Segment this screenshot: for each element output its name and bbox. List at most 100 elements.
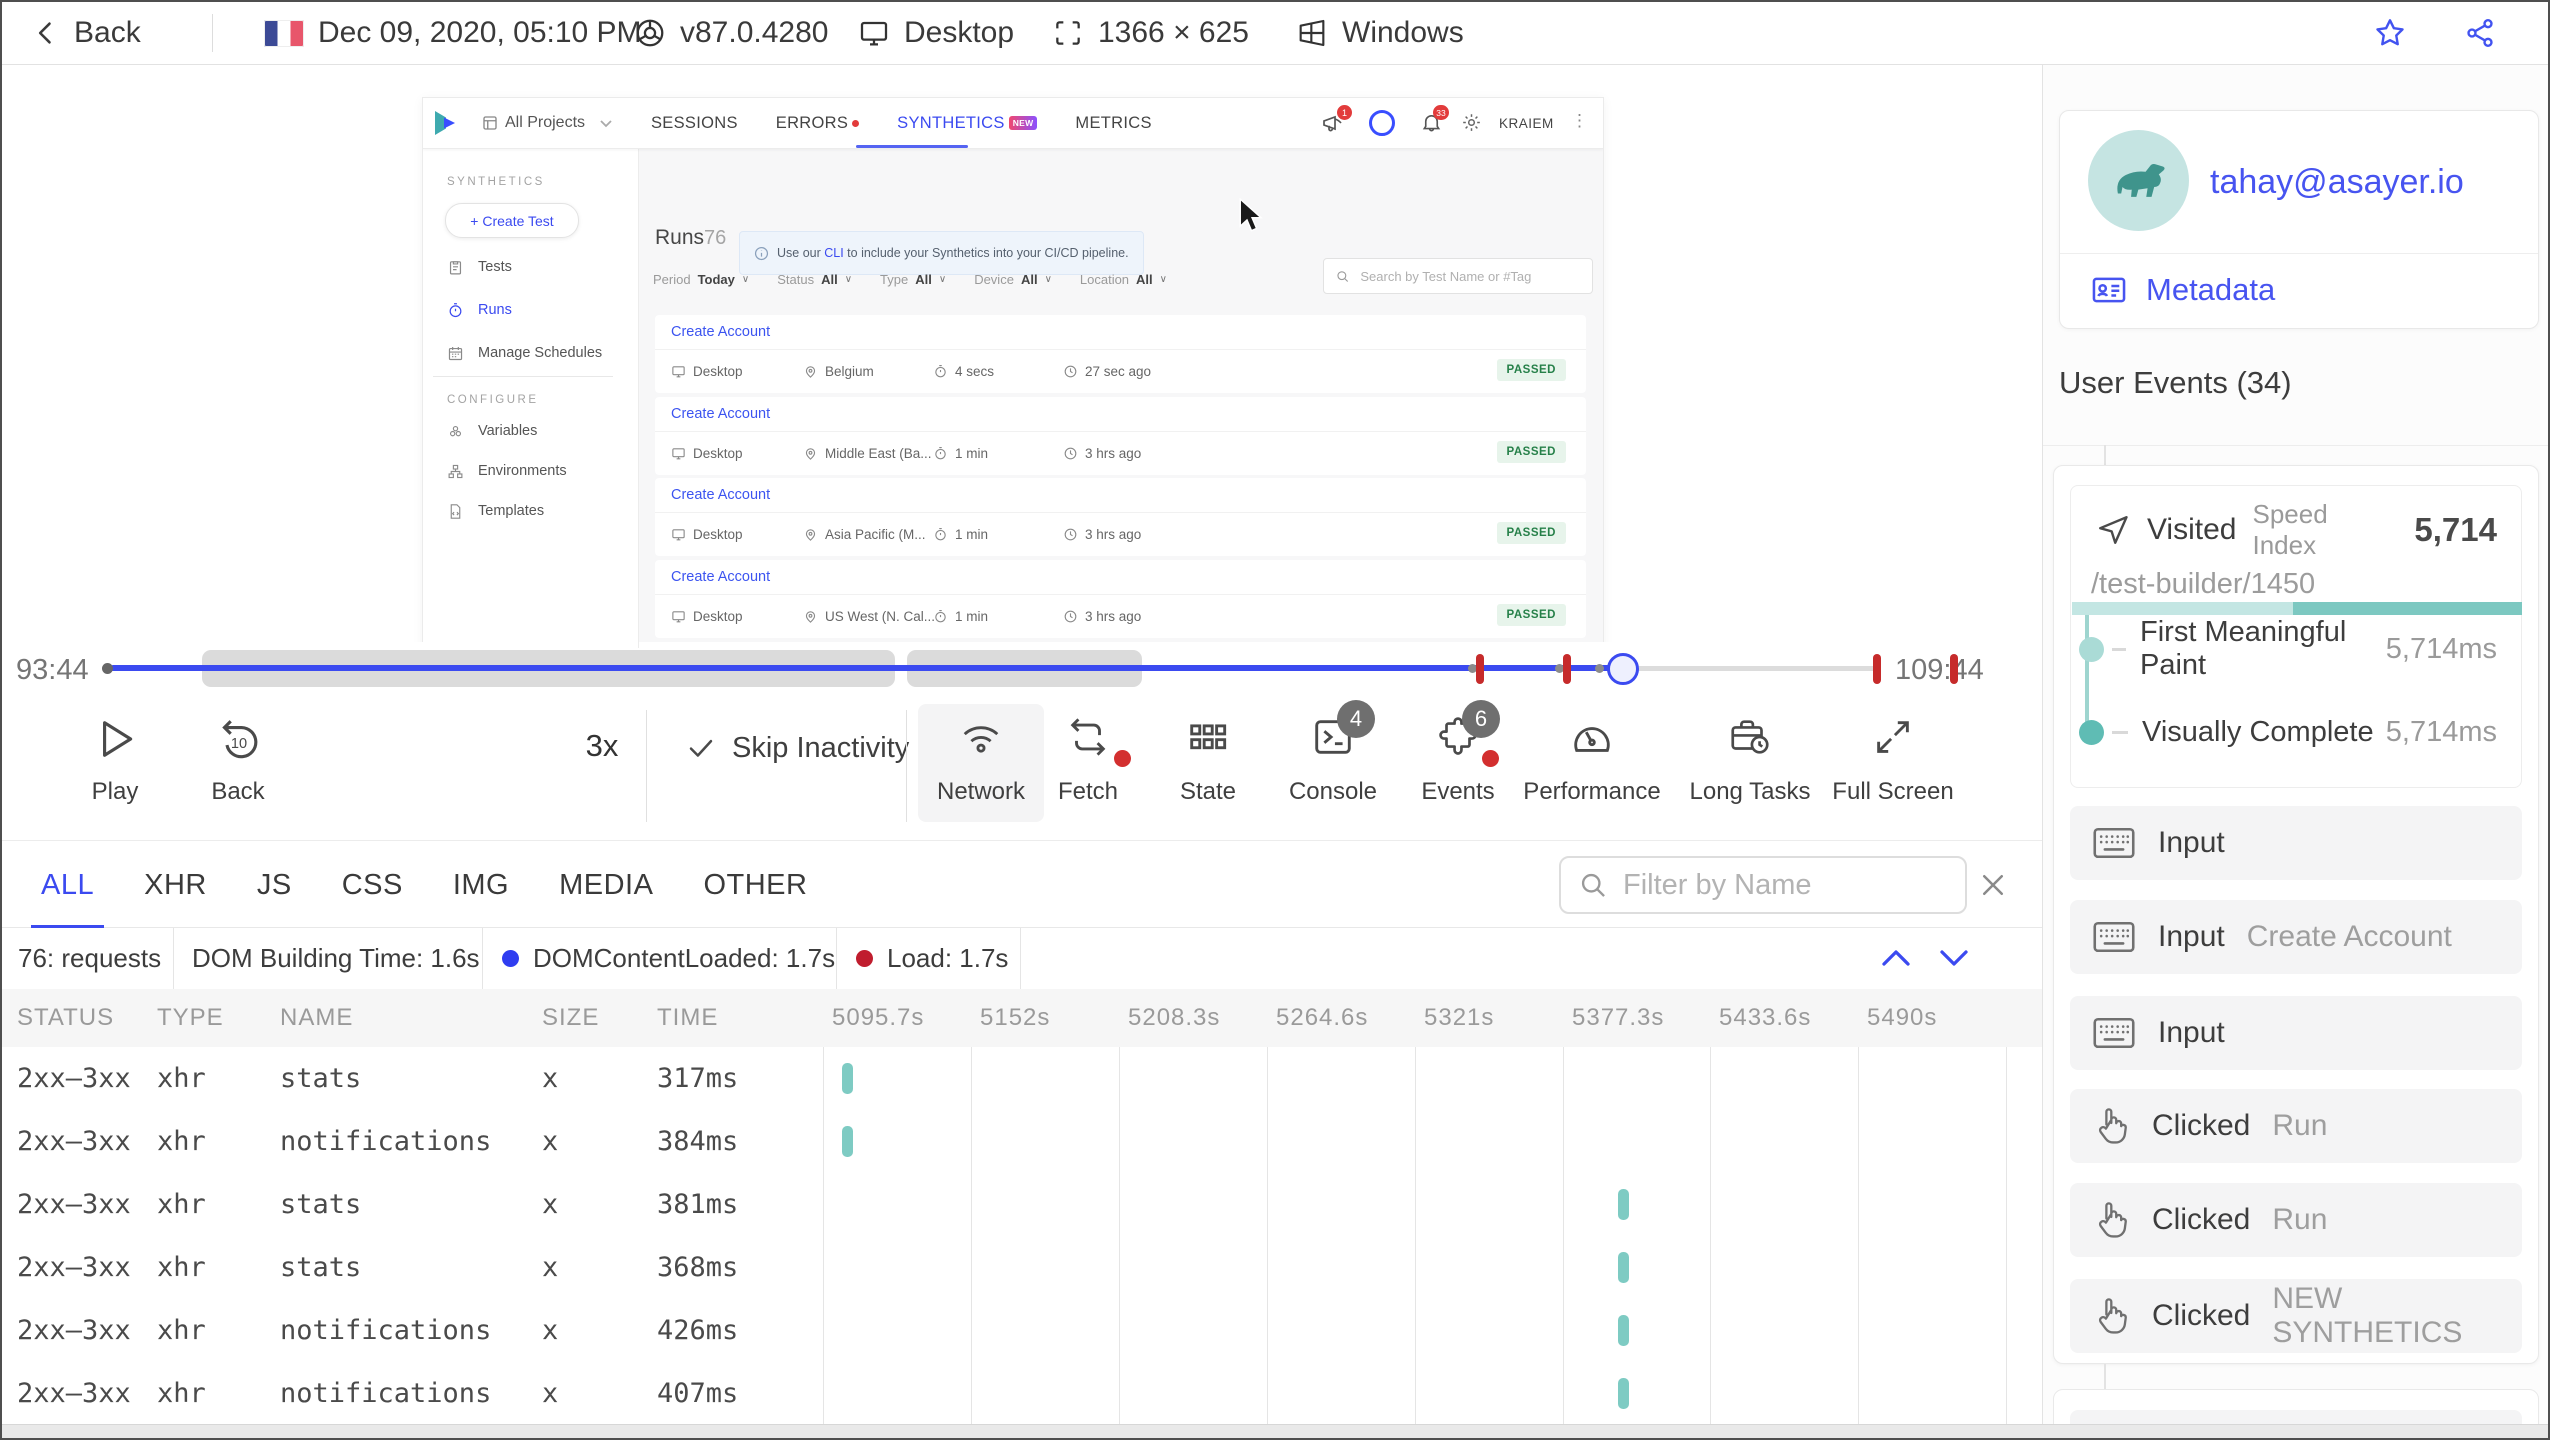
back-10-button[interactable]: 10 Back (176, 698, 300, 840)
user-event-input[interactable]: Input (2070, 996, 2522, 1070)
metric-row: First Meaningful Paint 5,714ms (2071, 616, 2521, 681)
more-menu-icon[interactable]: ⋮ (1571, 111, 1588, 131)
full-screen-button[interactable]: Full Screen (1831, 698, 1955, 840)
app-tab-sessions[interactable]: SESSIONS (651, 114, 738, 133)
network-request-row[interactable]: 2xx–3xx xhr notifications x 407ms (2, 1362, 2042, 1425)
network-tab-media[interactable]: MEDIA (559, 841, 653, 929)
col-time: TIME (657, 1004, 719, 1031)
play-button[interactable]: Play (53, 698, 177, 840)
run-duration: 1 min (955, 609, 989, 624)
dom-building-time: DOM Building Time: 1.6s (192, 943, 480, 973)
filter-status[interactable]: Status All ∨ (777, 272, 852, 287)
clock-icon (1063, 527, 1078, 542)
sidebar-item-templates[interactable]: Templates (423, 490, 638, 532)
sidebar-item-runs[interactable]: Runs (423, 289, 638, 331)
run-card[interactable]: Create Account Desktop US West (N. Cal..… (655, 560, 1586, 638)
app-tab-metrics[interactable]: METRICS (1075, 114, 1151, 133)
back-button[interactable]: Back (32, 2, 141, 64)
error-marker[interactable] (1950, 654, 1958, 684)
favorite-button[interactable] (2374, 2, 2406, 64)
filter-location[interactable]: Location All ∨ (1080, 272, 1167, 287)
network-request-row[interactable]: 2xx–3xx xhr notifications x 384ms (2, 1110, 2042, 1173)
filter-period[interactable]: Period Today ∨ (653, 272, 749, 287)
run-card[interactable]: Create Account Desktop Belgium 4 secs 27… (655, 315, 1586, 393)
error-marker[interactable] (1563, 654, 1571, 684)
run-location: Asia Pacific (M... (825, 527, 926, 542)
sidebar-item-environments[interactable]: Environments (423, 450, 638, 492)
run-card[interactable]: Create Account Desktop Middle East (Ba..… (655, 397, 1586, 475)
create-test-button[interactable]: + Create Test (445, 203, 579, 238)
waterfall-bar (842, 1126, 853, 1157)
sidebar-item-manage-schedules[interactable]: Manage Schedules (423, 332, 638, 374)
user-name[interactable]: KRAIEM (1499, 116, 1554, 131)
user-event-clicked[interactable]: Clicked Run (2070, 1089, 2522, 1163)
performance-panel-button[interactable]: Performance (1523, 698, 1661, 840)
filter-box[interactable] (1559, 856, 1967, 914)
event-dot[interactable] (1595, 664, 1604, 673)
run-name[interactable]: Create Account (655, 478, 1586, 513)
user-event-input[interactable]: Input Create Account (2070, 900, 2522, 974)
run-card[interactable]: Create Account Desktop Asia Pacific (M..… (655, 478, 1586, 556)
test-search-box[interactable] (1323, 258, 1593, 294)
network-tab-js[interactable]: JS (257, 841, 292, 929)
network-tab-img[interactable]: IMG (453, 841, 509, 929)
sidebar-section-configure: CONFIGURE (447, 394, 539, 406)
stopwatch-icon (933, 527, 948, 542)
network-tab-all[interactable]: ALL (30, 841, 105, 929)
error-marker[interactable] (1476, 654, 1484, 684)
skip-inactivity-toggle[interactable]: Skip Inactivity (686, 698, 909, 798)
cli-link[interactable]: CLI (824, 246, 843, 260)
speed-toggle[interactable]: 3x (572, 728, 632, 764)
divider (906, 710, 907, 822)
error-marker[interactable] (1873, 654, 1881, 684)
waterfall-bar (1618, 1252, 1629, 1283)
gear-icon[interactable] (1461, 112, 1482, 133)
app-tab-synthetics[interactable]: SYNTHETICS NEW (897, 114, 1038, 133)
run-name[interactable]: Create Account (655, 560, 1586, 595)
runs-filters: Period Today ∨ Status All ∨ Type All ∨ Device All ∨… (653, 266, 1195, 292)
long-tasks-panel-button[interactable]: Long Tasks (1688, 698, 1812, 840)
sidebar-item-tests[interactable]: Tests (423, 246, 638, 288)
jump-next-icon[interactable] (1936, 944, 1972, 972)
network-panel-button[interactable]: Network (919, 698, 1043, 840)
user-email-link[interactable]: tahay@asayer.io (2210, 163, 2464, 202)
metadata-button[interactable]: Metadata (2090, 253, 2275, 327)
request-time: 368ms (657, 1252, 739, 1283)
jump-prev-icon[interactable] (1878, 944, 1914, 972)
network-tab-other[interactable]: OTHER (703, 841, 807, 929)
playhead[interactable] (1607, 653, 1639, 685)
events-panel-button[interactable]: 6 Events (1396, 698, 1520, 840)
filter-input[interactable] (1621, 867, 1947, 903)
network-request-row[interactable]: 2xx–3xx xhr stats x 368ms (2, 1236, 2042, 1299)
filter-type[interactable]: Type All ∨ (880, 272, 946, 287)
filter-device[interactable]: Device All ∨ (974, 272, 1052, 287)
waterfall-bar (1618, 1315, 1629, 1346)
fetch-panel-button[interactable]: Fetch (1026, 698, 1150, 840)
project-selector[interactable]: All Projects (505, 114, 585, 132)
sidebar-item-variables[interactable]: Variables (423, 410, 638, 452)
user-event-input[interactable]: Input (2070, 806, 2522, 880)
run-name[interactable]: Create Account (655, 315, 1586, 350)
console-panel-button[interactable]: 4 Console (1271, 698, 1395, 840)
horizontal-scrollbar[interactable] (2, 1424, 2548, 1438)
visited-event-card[interactable]: Visited Speed Index 5,714 /test-builder/… (2070, 485, 2522, 788)
chrome-icon (636, 19, 664, 47)
network-tabs-bar: ALL XHR JS CSS IMG MEDIA OTHER (2, 840, 2042, 929)
network-request-row[interactable]: 2xx–3xx xhr notifications x 426ms (2, 1299, 2042, 1362)
user-event-clicked[interactable]: Clicked NEW SYNTHETICS (2070, 1279, 2522, 1353)
test-search-input[interactable] (1358, 267, 1580, 285)
app-tab-errors[interactable]: ERRORS (776, 114, 860, 133)
network-tab-xhr[interactable]: XHR (144, 841, 207, 929)
player-timeline[interactable]: 93:44 109:44 (2, 642, 2042, 698)
network-request-row[interactable]: 2xx–3xx xhr stats x 381ms (2, 1173, 2042, 1236)
close-panel-icon[interactable] (1978, 870, 2008, 900)
request-status: 2xx–3xx (17, 1252, 131, 1283)
run-name[interactable]: Create Account (655, 397, 1586, 432)
id-card-icon (2092, 277, 2126, 303)
share-button[interactable] (2464, 2, 2496, 64)
user-event-clicked[interactable]: Clicked Run (2070, 1183, 2522, 1257)
network-request-row[interactable]: 2xx–3xx xhr stats x 317ms (2, 1047, 2042, 1110)
state-panel-button[interactable]: State (1146, 698, 1270, 840)
network-tab-css[interactable]: CSS (342, 841, 403, 929)
request-size: x (542, 1315, 559, 1346)
